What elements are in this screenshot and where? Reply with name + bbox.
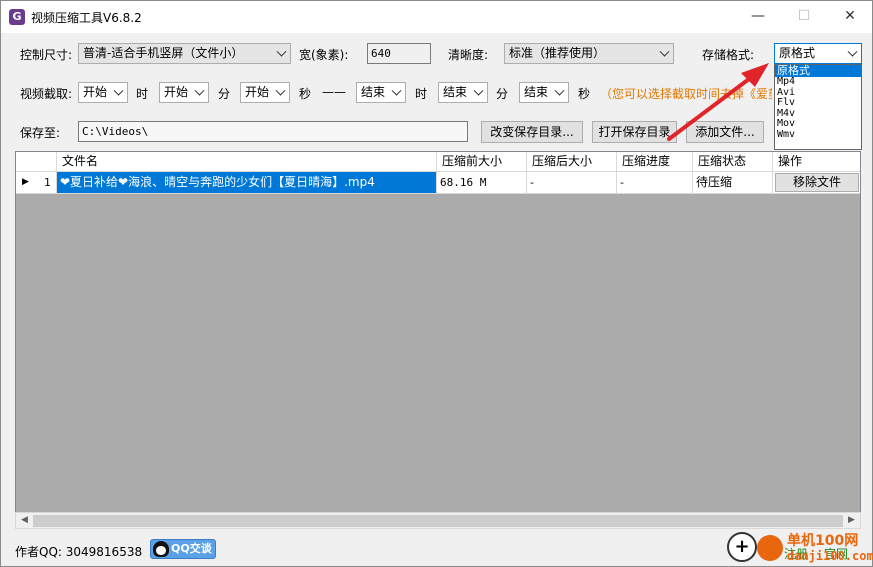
column-header-size-after[interactable]: 压缩后大小 — [527, 152, 617, 172]
size-select-value: 普清-适合手机竖屏（文件小） — [83, 46, 244, 60]
scroll-left-arrow-icon[interactable]: ◀ — [16, 513, 33, 528]
clarity-select-value: 标准（推荐使用） — [509, 46, 606, 60]
format-select[interactable]: 原格式 — [774, 43, 862, 64]
format-option[interactable]: Mp4 — [775, 76, 861, 88]
cell-status: 待压缩 — [693, 172, 773, 194]
start-hour-value: 开始 — [83, 85, 108, 99]
chevron-down-icon — [473, 85, 484, 96]
row-pointer-icon: ▶ — [22, 177, 29, 187]
save-label: 保存至: — [20, 126, 61, 140]
watermark: 注册 官网 + 单机100网 danji100.com — [727, 527, 873, 567]
watermark-site-url: danji100.com — [787, 549, 873, 563]
format-label: 存储格式: — [702, 48, 755, 62]
start-minute-select[interactable]: 开始 — [159, 82, 209, 103]
column-header-filename[interactable]: 文件名 — [57, 152, 437, 172]
start-second-value: 开始 — [245, 85, 270, 99]
end-second-unit-label: 秒 — [578, 87, 591, 101]
change-save-dir-button[interactable]: 改变保存目录... — [481, 121, 583, 143]
add-file-button[interactable]: 添加文件... — [686, 121, 764, 143]
app-logo-icon: G — [9, 9, 25, 25]
watermark-site-name: 单机100网 — [787, 533, 859, 549]
clarity-label: 清晰度: — [448, 48, 489, 62]
qq-chat-button[interactable]: QQ交谈 — [150, 539, 216, 559]
row-index: ▶ 1 — [16, 172, 57, 194]
chevron-down-icon — [276, 46, 287, 57]
scrollbar-thumb[interactable] — [33, 515, 843, 527]
remove-file-button[interactable]: 移除文件 — [775, 173, 859, 192]
cell-action: 移除文件 — [773, 172, 860, 194]
chevron-down-icon — [113, 85, 124, 96]
format-select-value: 原格式 — [779, 46, 816, 60]
scroll-right-arrow-icon[interactable]: ▶ — [843, 513, 860, 528]
column-header-size-before[interactable]: 压缩前大小 — [437, 152, 527, 172]
cell-size-before: 68.16 M — [437, 172, 527, 194]
chevron-down-icon — [847, 46, 858, 57]
window-title: 视频压缩工具V6.8.2 — [31, 11, 142, 25]
minute-unit-label: 分 — [218, 87, 231, 101]
end-second-value: 结束 — [524, 85, 549, 99]
close-button[interactable]: ✕ — [827, 1, 873, 31]
format-option[interactable]: Wmv — [775, 129, 861, 141]
row-index-number: 1 — [44, 176, 51, 189]
watermark-logo-icon — [757, 535, 783, 561]
maximize-button[interactable]: ☐ — [781, 1, 827, 31]
plus-circle-icon: + — [727, 532, 757, 562]
chevron-down-icon — [391, 85, 402, 96]
chevron-down-icon — [275, 85, 286, 96]
cell-filename[interactable]: ❤夏日补给❤海浪、晴空与奔跑的少女们【夏日晴海】.mp4 — [57, 172, 437, 194]
clarity-select[interactable]: 标准（推荐使用） — [504, 43, 674, 64]
author-qq-text: 作者QQ: 3049816538 — [15, 545, 143, 559]
clip-label: 视频截取: — [20, 87, 73, 101]
chevron-down-icon — [554, 85, 565, 96]
minimize-button[interactable]: — — [735, 1, 781, 31]
width-label: 宽(象素): — [299, 48, 349, 62]
end-minute-unit-label: 分 — [496, 87, 509, 101]
title-bar: G 视频压缩工具V6.8.2 — ☐ ✕ — [1, 1, 872, 33]
column-header-action[interactable]: 操作 — [773, 152, 860, 172]
end-minute-select[interactable]: 结束 — [438, 82, 488, 103]
arrow-head — [741, 63, 769, 87]
app-window: G 视频压缩工具V6.8.2 — ☐ ✕ 控制尺寸: 普清-适合手机竖屏（文件小… — [0, 0, 873, 567]
qq-chat-label: QQ交谈 — [171, 542, 212, 555]
open-save-dir-button[interactable]: 打开保存目录 — [592, 121, 677, 143]
row-header-corner — [16, 152, 57, 172]
width-input[interactable]: 640 — [367, 43, 431, 64]
qq-penguin-icon — [153, 541, 169, 557]
clip-hint-text: （您可以选择截取时间去掉《爱剪 — [600, 87, 772, 101]
cell-size-after: - — [527, 172, 617, 194]
end-hour-value: 结束 — [361, 85, 386, 99]
size-select[interactable]: 普清-适合手机竖屏（文件小） — [78, 43, 291, 64]
column-header-status[interactable]: 压缩状态 — [693, 152, 773, 172]
start-hour-select[interactable]: 开始 — [78, 82, 128, 103]
chevron-down-icon — [659, 46, 670, 57]
hour-unit-label: 时 — [136, 87, 149, 101]
end-hour-unit-label: 时 — [415, 87, 428, 101]
size-label: 控制尺寸: — [20, 48, 73, 62]
end-second-select[interactable]: 结束 — [519, 82, 569, 103]
cell-progress: - — [617, 172, 693, 194]
end-minute-value: 结束 — [443, 85, 468, 99]
end-hour-select[interactable]: 结束 — [356, 82, 406, 103]
format-dropdown-list: 原格式 Mp4 Avi Flv M4v Mov Wmv — [774, 64, 862, 150]
column-header-progress[interactable]: 压缩进度 — [617, 152, 693, 172]
start-second-select[interactable]: 开始 — [240, 82, 290, 103]
second-unit-label: 秒 — [299, 87, 312, 101]
file-table: 文件名 压缩前大小 压缩后大小 压缩进度 压缩状态 操作 ▶ 1 ❤夏日补给❤海… — [15, 151, 861, 529]
save-path-input[interactable]: C:\Videos\ — [78, 121, 468, 142]
range-separator: —— — [322, 85, 346, 99]
start-minute-value: 开始 — [164, 85, 189, 99]
chevron-down-icon — [194, 85, 205, 96]
